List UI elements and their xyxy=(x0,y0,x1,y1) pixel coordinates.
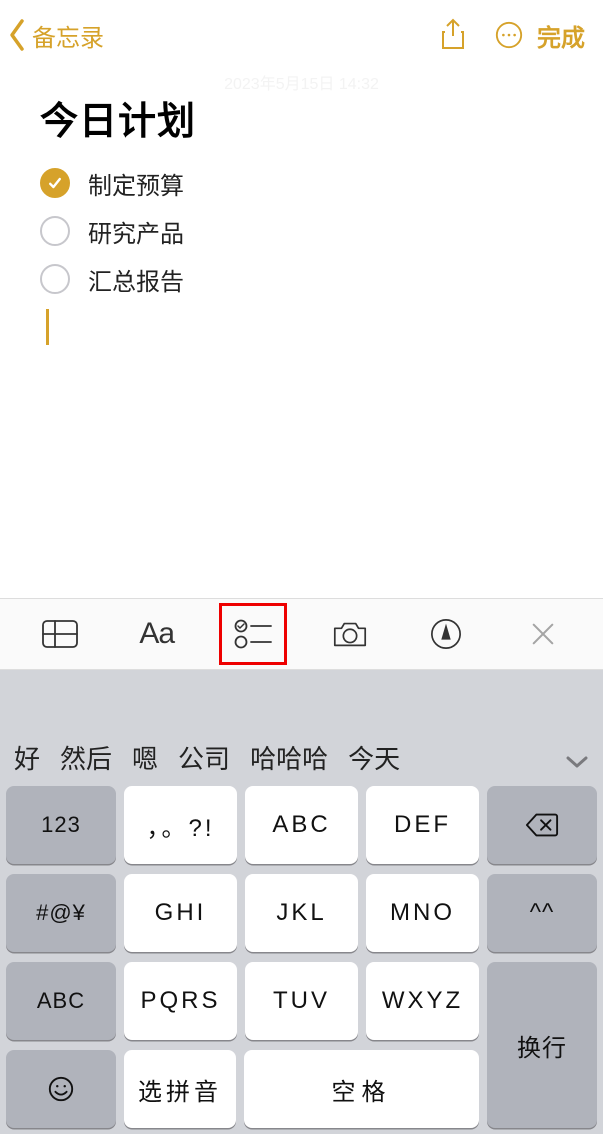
emoji-icon xyxy=(47,1075,75,1103)
key-pqrs[interactable]: PQRS xyxy=(124,962,237,1040)
done-button[interactable]: 完成 xyxy=(537,18,593,53)
suggestion-item[interactable]: 公司 xyxy=(178,739,230,776)
suggestion-item[interactable]: 嗯 xyxy=(132,739,158,776)
checklist: 制定预算 研究产品 汇总报告 xyxy=(40,159,577,303)
suggestion-item[interactable]: 哈哈哈 xyxy=(250,739,328,776)
note-content[interactable]: 2023年5月15日 14:32 今日计划 制定预算 研究产品 汇总报告 xyxy=(0,70,603,598)
text-format-button[interactable]: Aa xyxy=(124,604,190,664)
checklist-item-text[interactable]: 制定预算 xyxy=(88,166,184,201)
markup-button[interactable] xyxy=(413,604,479,664)
ellipsis-circle-icon xyxy=(494,20,524,50)
key-ghi[interactable]: GHI xyxy=(124,874,237,952)
checkbox-unchecked-icon[interactable] xyxy=(40,216,70,246)
key-space[interactable]: 空格 xyxy=(244,1050,479,1128)
key-backspace[interactable] xyxy=(487,786,597,864)
key-abc-mode[interactable]: ABC xyxy=(6,962,116,1040)
key-symbols[interactable]: #@¥ xyxy=(6,874,116,952)
checklist-item[interactable]: 制定预算 xyxy=(40,159,577,207)
checklist-item-text[interactable]: 汇总报告 xyxy=(88,262,184,297)
chevron-down-icon xyxy=(565,755,589,769)
key-face[interactable]: ^^ xyxy=(487,874,597,952)
key-pinyin[interactable]: 选拼音 xyxy=(124,1050,236,1128)
camera-icon xyxy=(331,618,369,650)
key-abc[interactable]: ABC xyxy=(245,786,358,864)
note-timestamp: 2023年5月15日 14:32 xyxy=(0,70,603,94)
text-cursor xyxy=(46,309,49,345)
camera-button[interactable] xyxy=(317,604,383,664)
nav-bar: 备忘录 完成 xyxy=(0,0,603,70)
keyboard: 好 然后 嗯 公司 哈哈哈 今天 123 ，。?! ABC DEF #@¥ GH xyxy=(0,670,603,1134)
close-icon xyxy=(530,621,556,647)
checklist-item[interactable]: 汇总报告 xyxy=(40,255,577,303)
key-mno[interactable]: MNO xyxy=(366,874,479,952)
key-wxyz[interactable]: WXYZ xyxy=(366,962,479,1040)
suggestion-item[interactable]: 今天 xyxy=(348,739,400,776)
checklist-icon xyxy=(233,618,273,650)
key-123[interactable]: 123 xyxy=(6,786,116,864)
back-button[interactable]: 备忘录 xyxy=(6,17,104,53)
checklist-item[interactable]: 研究产品 xyxy=(40,207,577,255)
markup-icon xyxy=(430,618,462,650)
table-icon xyxy=(41,619,79,649)
format-toolbar: Aa xyxy=(0,598,603,670)
suggestion-item[interactable]: 然后 xyxy=(60,739,112,776)
backspace-icon xyxy=(525,812,559,838)
key-jkl[interactable]: JKL xyxy=(245,874,358,952)
checkbox-unchecked-icon[interactable] xyxy=(40,264,70,294)
key-emoji[interactable] xyxy=(6,1050,116,1128)
share-button[interactable] xyxy=(425,13,481,57)
share-icon xyxy=(438,18,468,52)
suggestion-expand-button[interactable] xyxy=(565,745,589,776)
checkbox-checked-icon[interactable] xyxy=(40,168,70,198)
key-punct[interactable]: ，。?! xyxy=(124,786,237,864)
checklist-button[interactable] xyxy=(220,604,286,664)
key-def[interactable]: DEF xyxy=(366,786,479,864)
note-title[interactable]: 今日计划 xyxy=(40,90,577,145)
chevron-left-icon xyxy=(6,17,30,53)
table-button[interactable] xyxy=(27,604,93,664)
aa-icon: Aa xyxy=(139,617,174,651)
close-keyboard-button[interactable] xyxy=(510,604,576,664)
checklist-item-text[interactable]: 研究产品 xyxy=(88,214,184,249)
key-return[interactable]: 换行 xyxy=(487,962,597,1128)
back-label: 备忘录 xyxy=(32,18,104,53)
suggestion-item[interactable]: 好 xyxy=(14,739,40,776)
suggestion-bar: 好 然后 嗯 公司 哈哈哈 今天 xyxy=(0,670,603,786)
key-tuv[interactable]: TUV xyxy=(245,962,358,1040)
more-button[interactable] xyxy=(481,13,537,57)
